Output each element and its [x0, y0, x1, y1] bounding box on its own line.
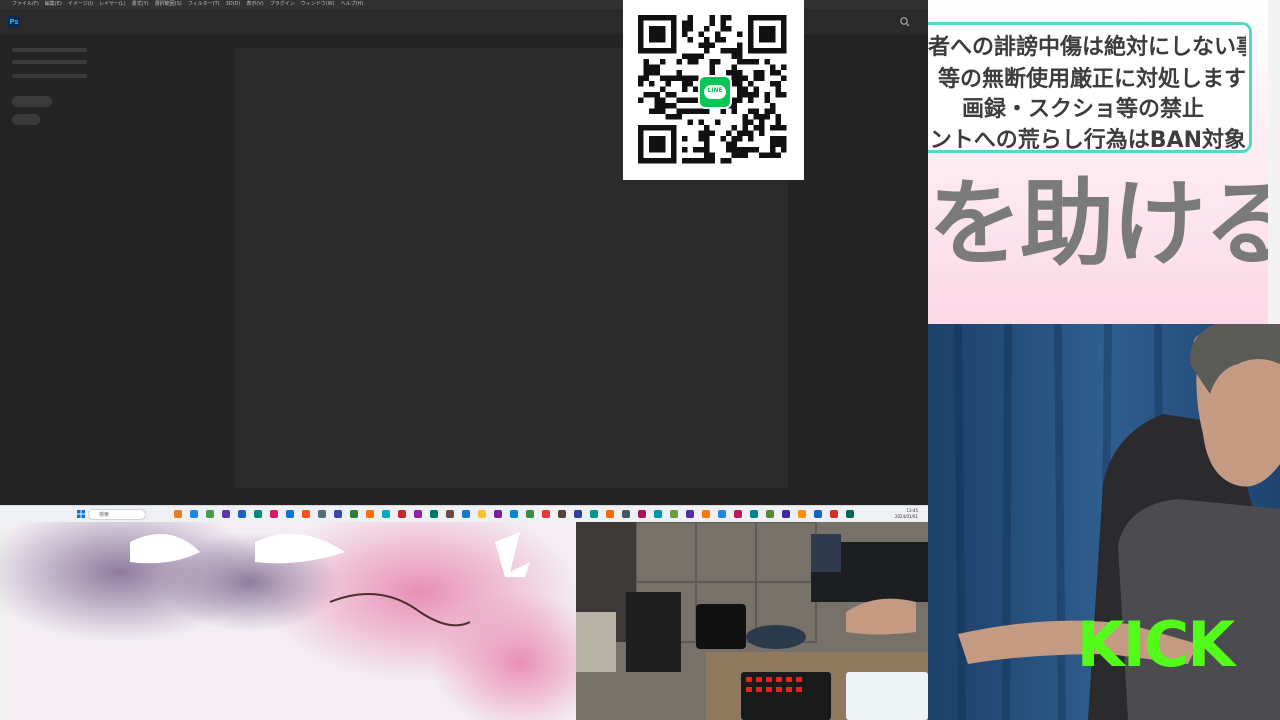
taskbar-app-icon[interactable]: [334, 510, 342, 518]
taskbar-search-placeholder: 検索: [99, 512, 110, 518]
taskbar-app-icon[interactable]: [686, 510, 694, 518]
sidebar-placeholder-button: [12, 96, 52, 107]
taskbar-app-icon[interactable]: [222, 510, 230, 518]
taskbar-app-icon[interactable]: [638, 510, 646, 518]
line-qr-code: LINE: [623, 0, 804, 180]
taskbar-app-icon[interactable]: [270, 510, 278, 518]
taskbar-app-icon[interactable]: [734, 510, 742, 518]
taskbar-app-icon[interactable]: [606, 510, 614, 518]
menu-item[interactable]: ウィンドウ(W): [301, 1, 335, 7]
line-logo-label: LINE: [707, 87, 723, 94]
menu-item[interactable]: 選択範囲(S): [155, 1, 182, 7]
taskbar-search-input[interactable]: 検索: [88, 509, 146, 520]
menu-item[interactable]: 編集(E): [45, 1, 62, 7]
taskbar-app-icon[interactable]: [654, 510, 662, 518]
photoshop-logo-icon[interactable]: Ps: [8, 16, 20, 28]
windows-start-icon[interactable]: [77, 510, 85, 518]
menu-item[interactable]: レイヤー(L): [99, 1, 126, 7]
kick-logo-text: KICK: [1077, 612, 1238, 674]
clock-date: 2024/01/01: [894, 514, 918, 519]
taskbar-app-icon[interactable]: [446, 510, 454, 518]
taskbar-app-icon[interactable]: [622, 510, 630, 518]
taskbar-app-icon[interactable]: [798, 510, 806, 518]
blossom-image: [0, 522, 576, 720]
taskbar-app-icon[interactable]: [590, 510, 598, 518]
taskbar-app-icon[interactable]: [542, 510, 550, 518]
taskbar-app-icon[interactable]: [286, 510, 294, 518]
taskbar-app-icon[interactable]: [206, 510, 214, 518]
line-logo-icon: LINE: [698, 75, 732, 109]
menu-item[interactable]: ヘルプ(H): [341, 1, 364, 7]
taskbar-app-icon[interactable]: [526, 510, 534, 518]
rule-line-1: 者への誹謗中傷は絶対にしない事: [928, 35, 1246, 60]
taskbar-app-icon[interactable]: [350, 510, 358, 518]
menu-item[interactable]: イメージ(I): [68, 1, 93, 7]
taskbar-app-icon[interactable]: [414, 510, 422, 518]
taskbar-app-icon[interactable]: [750, 510, 758, 518]
rule-line-3: 画録・スクショ等の禁止: [961, 97, 1204, 122]
taskbar-app-icon[interactable]: [318, 510, 326, 518]
taskbar-app-icon[interactable]: [382, 510, 390, 518]
menu-item[interactable]: 書式(Y): [132, 1, 149, 7]
menu-item[interactable]: ファイル(F): [12, 1, 39, 7]
taskbar-app-icon[interactable]: [398, 510, 406, 518]
taskbar-app-icon[interactable]: [478, 510, 486, 518]
rule-line-2: 等の無断使用厳正に対処します: [937, 67, 1246, 92]
rules-box: 者への誹謗中傷は絶対にしない事 等の無断使用厳正に対処します 画録・スクショ等の…: [928, 22, 1252, 153]
menu-item[interactable]: 表示(V): [246, 1, 263, 7]
taskbar-app-icon[interactable]: [846, 510, 854, 518]
banner-edge: [1268, 0, 1280, 324]
search-icon[interactable]: [898, 15, 912, 29]
desk-camera: [576, 522, 928, 720]
taskbar-app-icon[interactable]: [430, 510, 438, 518]
menu-item[interactable]: プラグイン: [270, 1, 295, 7]
taskbar-app-icon[interactable]: [814, 510, 822, 518]
taskbar-app-icon[interactable]: [782, 510, 790, 518]
taskbar-app-icon[interactable]: [574, 510, 582, 518]
taskbar-app-icon[interactable]: [302, 510, 310, 518]
taskbar-app-icon[interactable]: [462, 510, 470, 518]
windows-taskbar: 検索 13:45 2024/01/01: [0, 505, 928, 523]
taskbar-app-icon[interactable]: [494, 510, 502, 518]
banner-headline: を助ける: [928, 170, 1270, 279]
sidebar-placeholder-line: [12, 48, 87, 52]
menu-item[interactable]: フィルター(T): [188, 1, 220, 7]
taskbar-app-icon[interactable]: [174, 510, 182, 518]
desk-camera-image: [576, 522, 928, 720]
taskbar-app-icon[interactable]: [190, 510, 198, 518]
sidebar-placeholder-button: [12, 114, 40, 125]
taskbar-app-icon[interactable]: [830, 510, 838, 518]
taskbar-app-icon[interactable]: [238, 510, 246, 518]
taskbar-app-icon[interactable]: [510, 510, 518, 518]
taskbar-app-icon[interactable]: [254, 510, 262, 518]
taskbar-app-icon[interactable]: [718, 510, 726, 518]
menu-item[interactable]: 3D(D): [226, 1, 241, 7]
taskbar-app-icon[interactable]: [670, 510, 678, 518]
rule-line-4: ントへの荒らし行為はBAN対象: [929, 128, 1246, 153]
taskbar-app-icon[interactable]: [702, 510, 710, 518]
kick-logo: KICK: [1077, 612, 1240, 674]
taskbar-app-icon[interactable]: [766, 510, 774, 518]
cherry-blossom-background: [0, 522, 576, 720]
taskbar-clock[interactable]: 13:45 2024/01/01: [895, 508, 918, 520]
sidebar-placeholder-line: [12, 74, 87, 78]
sidebar-placeholder-line: [12, 60, 87, 64]
taskbar-app-icon[interactable]: [558, 510, 566, 518]
taskbar-app-icon[interactable]: [366, 510, 374, 518]
